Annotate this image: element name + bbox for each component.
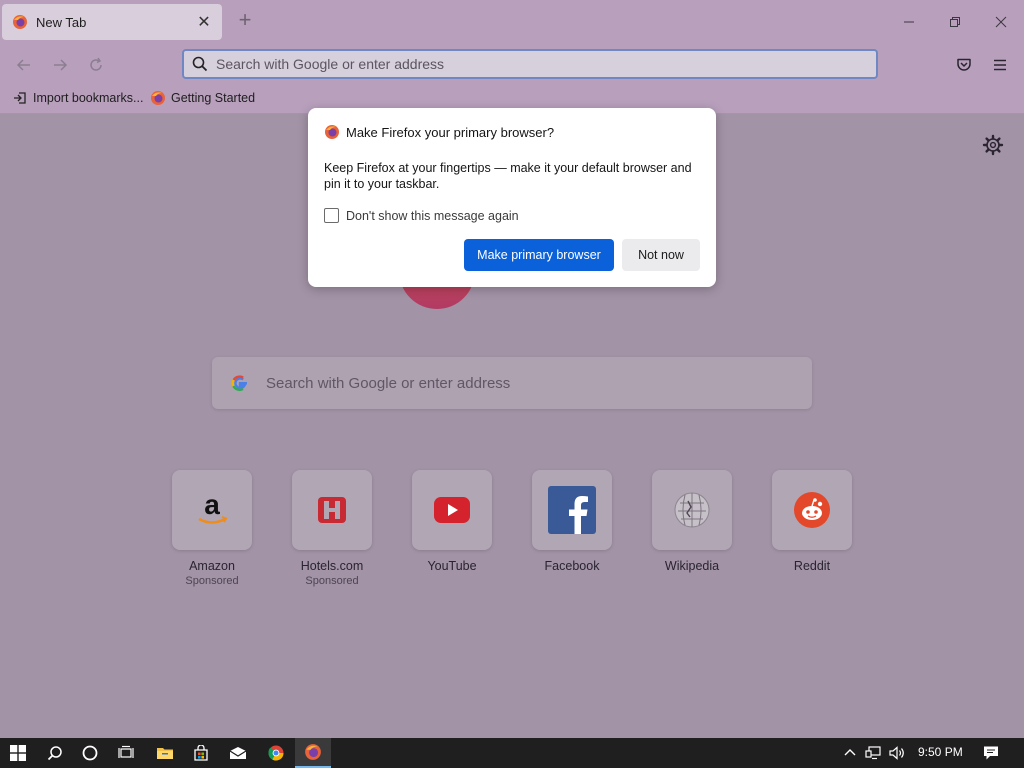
new-tab-button[interactable]: + [234, 9, 256, 32]
file-explorer-button[interactable] [147, 738, 183, 768]
gear-icon[interactable] [982, 134, 1004, 156]
title-bar: New Tab ✕ + [0, 0, 1024, 44]
top-site-label: Wikipedia [664, 559, 720, 573]
cortana-button[interactable] [72, 738, 108, 768]
close-tab-icon[interactable]: ✕ [196, 12, 212, 32]
mail-icon [229, 747, 247, 759]
pocket-button[interactable] [951, 52, 977, 78]
pocket-icon [957, 58, 971, 71]
show-hidden-icons-button[interactable] [841, 744, 859, 762]
taskbar-clock[interactable]: 9:50 PM [918, 745, 963, 759]
task-view-icon [118, 745, 134, 758]
google-icon [231, 375, 247, 392]
youtube-icon [412, 470, 492, 550]
chrome-button[interactable] [258, 738, 294, 768]
dialog-title: Make Firefox your primary browser? [346, 124, 555, 140]
default-browser-dialog: Make Firefox your primary browser? Keep … [308, 108, 716, 287]
store-button[interactable] [183, 738, 219, 768]
reddit-icon [772, 470, 852, 550]
search-icon [47, 746, 62, 761]
notification-icon [984, 746, 998, 760]
firefox-icon [325, 125, 339, 139]
arrow-left-icon [16, 59, 30, 71]
restore-icon [950, 17, 960, 27]
not-now-button[interactable]: Not now [622, 239, 700, 271]
mail-button[interactable] [220, 738, 256, 768]
close-icon [995, 16, 1007, 28]
firefox-taskbar-button[interactable] [295, 738, 331, 768]
hotels-icon [292, 470, 372, 550]
address-bar[interactable]: Search with Google or enter address [182, 49, 878, 79]
import-icon [12, 90, 28, 106]
store-icon [194, 745, 208, 761]
bookmark-label: Getting Started [171, 91, 256, 105]
folder-icon [157, 748, 173, 759]
bookmark-getting-started[interactable]: Getting Started [150, 90, 255, 106]
windows-logo-icon [10, 745, 26, 761]
close-window-button[interactable] [978, 8, 1024, 36]
back-button[interactable] [11, 52, 37, 78]
task-view-button[interactable] [108, 738, 144, 768]
hamburger-menu-icon [994, 59, 1006, 71]
network-button[interactable] [864, 744, 882, 762]
app-menu-button[interactable] [987, 52, 1013, 78]
checkbox-label: Don't show this message again [346, 208, 519, 223]
network-icon [865, 746, 881, 760]
top-site-hotels[interactable]: Hotels.com Sponsored [292, 470, 372, 587]
windows-taskbar: 9:50 PM [0, 738, 1024, 768]
bookmark-label: Import bookmarks... [33, 91, 144, 105]
top-site-label: YouTube [427, 559, 477, 573]
bookmark-import[interactable]: Import bookmarks... [12, 90, 143, 106]
firefox-icon [150, 90, 166, 106]
wikipedia-icon [652, 470, 732, 550]
address-bar-placeholder: Search with Google or enter address [216, 56, 445, 72]
top-site-facebook[interactable]: Facebook [532, 470, 612, 573]
start-button[interactable] [0, 738, 36, 768]
navigation-toolbar: Search with Google or enter address [0, 44, 1024, 84]
sponsored-label: Sponsored [185, 575, 239, 587]
dialog-header: Make Firefox your primary browser? [324, 124, 554, 140]
top-site-youtube[interactable]: YouTube [412, 470, 492, 573]
top-site-amazon[interactable]: a Amazon Sponsored [172, 470, 252, 587]
tab-title: New Tab [36, 14, 87, 30]
cortana-icon [82, 745, 98, 761]
reload-icon [90, 57, 102, 71]
top-site-wikipedia[interactable]: Wikipedia [652, 470, 732, 573]
restore-button[interactable] [932, 8, 978, 36]
forward-button[interactable] [47, 52, 73, 78]
content-search-placeholder: Search with Google or enter address [266, 374, 511, 392]
top-site-label: Hotels.com [300, 559, 364, 573]
minimize-button[interactable] [886, 8, 932, 36]
speaker-icon [889, 746, 904, 760]
action-center-button[interactable] [982, 744, 1000, 762]
reload-button[interactable] [83, 52, 109, 78]
search-icon [192, 56, 208, 72]
top-site-label: Facebook [544, 559, 600, 573]
firefox-icon [13, 15, 27, 29]
dont-show-again-checkbox[interactable]: Don't show this message again [324, 208, 519, 223]
volume-button[interactable] [888, 744, 906, 762]
amazon-icon: a [172, 470, 252, 550]
top-site-label: Amazon [189, 559, 235, 573]
dialog-message: Keep Firefox at your fingertips — make i… [324, 161, 692, 191]
svg-text:a: a [204, 492, 220, 520]
content-search-box[interactable]: Search with Google or enter address [212, 357, 812, 409]
make-primary-browser-button[interactable]: Make primary browser [464, 239, 614, 271]
chevron-up-icon [844, 749, 856, 756]
taskbar-search-button[interactable] [37, 738, 73, 768]
minimize-icon [904, 21, 914, 23]
chrome-icon [268, 745, 284, 761]
facebook-icon [532, 470, 612, 550]
arrow-right-icon [54, 59, 68, 71]
top-site-label: Reddit [793, 559, 831, 573]
firefox-icon [305, 744, 321, 760]
top-site-reddit[interactable]: Reddit [772, 470, 852, 573]
checkbox[interactable] [324, 208, 339, 223]
sponsored-label: Sponsored [305, 575, 359, 587]
tab-new-tab[interactable]: New Tab ✕ [2, 4, 222, 40]
